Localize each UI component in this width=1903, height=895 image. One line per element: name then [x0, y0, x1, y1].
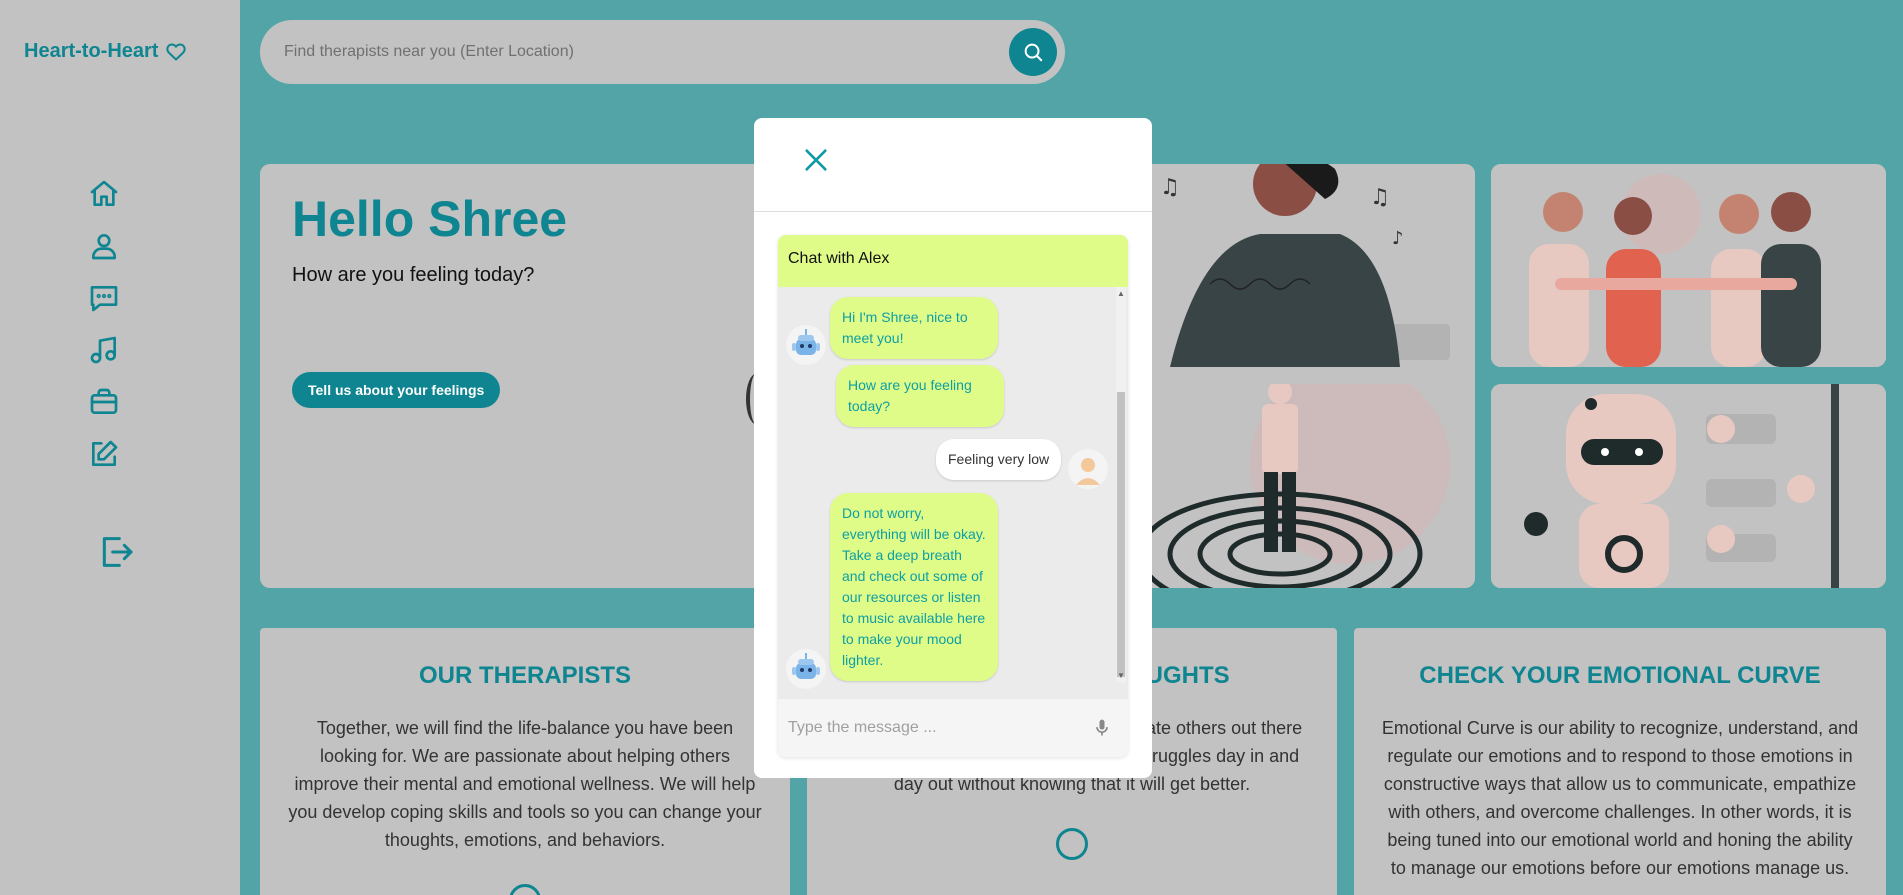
close-button[interactable]	[802, 146, 830, 174]
user-message: Feeling very low	[936, 439, 1062, 480]
chat-modal: Chat with Alex Hi I'm Shree, nice to mee…	[754, 118, 1152, 778]
maze-illustration	[1150, 384, 1475, 588]
scroll-thumb[interactable]	[1117, 392, 1125, 677]
svg-text:♫: ♫	[1370, 185, 1390, 210]
modal-divider	[754, 211, 1152, 212]
nav-logout[interactable]	[96, 532, 136, 572]
briefcase-icon	[90, 388, 118, 414]
message-input[interactable]	[788, 715, 1078, 741]
therapists-card: OUR THERAPISTS Together, we will find th…	[260, 628, 790, 895]
sidebar: Heart-to-Heart	[0, 0, 240, 895]
brand-name: Heart-to-Heart	[24, 40, 159, 62]
search-bar	[260, 20, 1065, 84]
bot-avatar	[786, 649, 826, 689]
robot-icon	[792, 329, 820, 355]
logout-icon	[102, 537, 133, 567]
mic-button[interactable]	[1092, 717, 1112, 739]
therapists-card-text: Together, we will find the life-balance …	[288, 718, 762, 850]
robot-icon	[792, 653, 820, 679]
emotional-curve-card-text: Emotional Curve is our ability to recogn…	[1381, 718, 1859, 878]
heart-icon	[166, 43, 187, 60]
chat-messages[interactable]: Hi I'm Shree, nice to meet you! How are …	[778, 287, 1128, 689]
nav-profile[interactable]	[88, 230, 120, 262]
music-icon	[90, 336, 116, 364]
chat-input-area	[778, 699, 1128, 757]
nav-resources[interactable]	[88, 386, 120, 418]
person-icon	[1076, 458, 1100, 485]
chat-header: Chat with Alex	[778, 235, 1128, 287]
emotional-curve-card: CHECK YOUR EMOTIONAL CURVE Emotional Cur…	[1354, 628, 1886, 895]
bot-message: Hi I'm Shree, nice to meet you!	[830, 297, 998, 359]
scroll-down-icon[interactable]: ▼	[1117, 671, 1125, 680]
tell-feelings-button[interactable]: Tell us about your feelings	[292, 372, 501, 408]
music-illustration: ♫ ♫ ♪	[1150, 164, 1475, 367]
close-icon	[805, 149, 827, 171]
user-avatar	[1068, 449, 1108, 489]
chat-icon	[90, 286, 118, 312]
nav-journal[interactable]	[88, 438, 120, 470]
edit-icon	[92, 440, 118, 466]
svg-text:♪: ♪	[1392, 228, 1404, 249]
search-input[interactable]	[284, 38, 984, 66]
therapists-card-title: OUR THERAPISTS	[418, 662, 631, 689]
community-illustration	[1491, 164, 1886, 367]
search-button[interactable]	[1009, 28, 1057, 76]
greeting-title: Hello Shree	[292, 191, 568, 247]
therapists-card-icon[interactable]	[509, 884, 541, 895]
chat-scrollbar[interactable]: ▲ ▼	[1116, 287, 1126, 683]
scroll-up-icon[interactable]: ▲	[1117, 289, 1125, 298]
nav-chat[interactable]	[88, 282, 120, 314]
microphone-icon	[1096, 719, 1108, 736]
user-icon	[92, 234, 116, 260]
nav-home[interactable]	[88, 178, 120, 210]
home-icon	[90, 180, 118, 206]
bot-message: How are you feeling today?	[836, 365, 1004, 427]
thoughts-card-icon[interactable]	[1056, 828, 1088, 860]
bot-message: Do not worry, everything will be okay. T…	[830, 493, 998, 681]
greeting-subtitle: How are you feeling today?	[292, 264, 535, 286]
svg-text:♫: ♫	[1160, 175, 1180, 200]
brand-logo[interactable]: Heart-to-Heart	[24, 40, 187, 63]
robot-illustration	[1491, 384, 1886, 588]
emotional-curve-card-title: CHECK YOUR EMOTIONAL CURVE	[1419, 662, 1821, 689]
chat-window: Chat with Alex Hi I'm Shree, nice to mee…	[778, 235, 1128, 757]
nav-music[interactable]	[88, 334, 120, 366]
search-icon	[1024, 43, 1043, 62]
bot-avatar	[786, 325, 826, 365]
